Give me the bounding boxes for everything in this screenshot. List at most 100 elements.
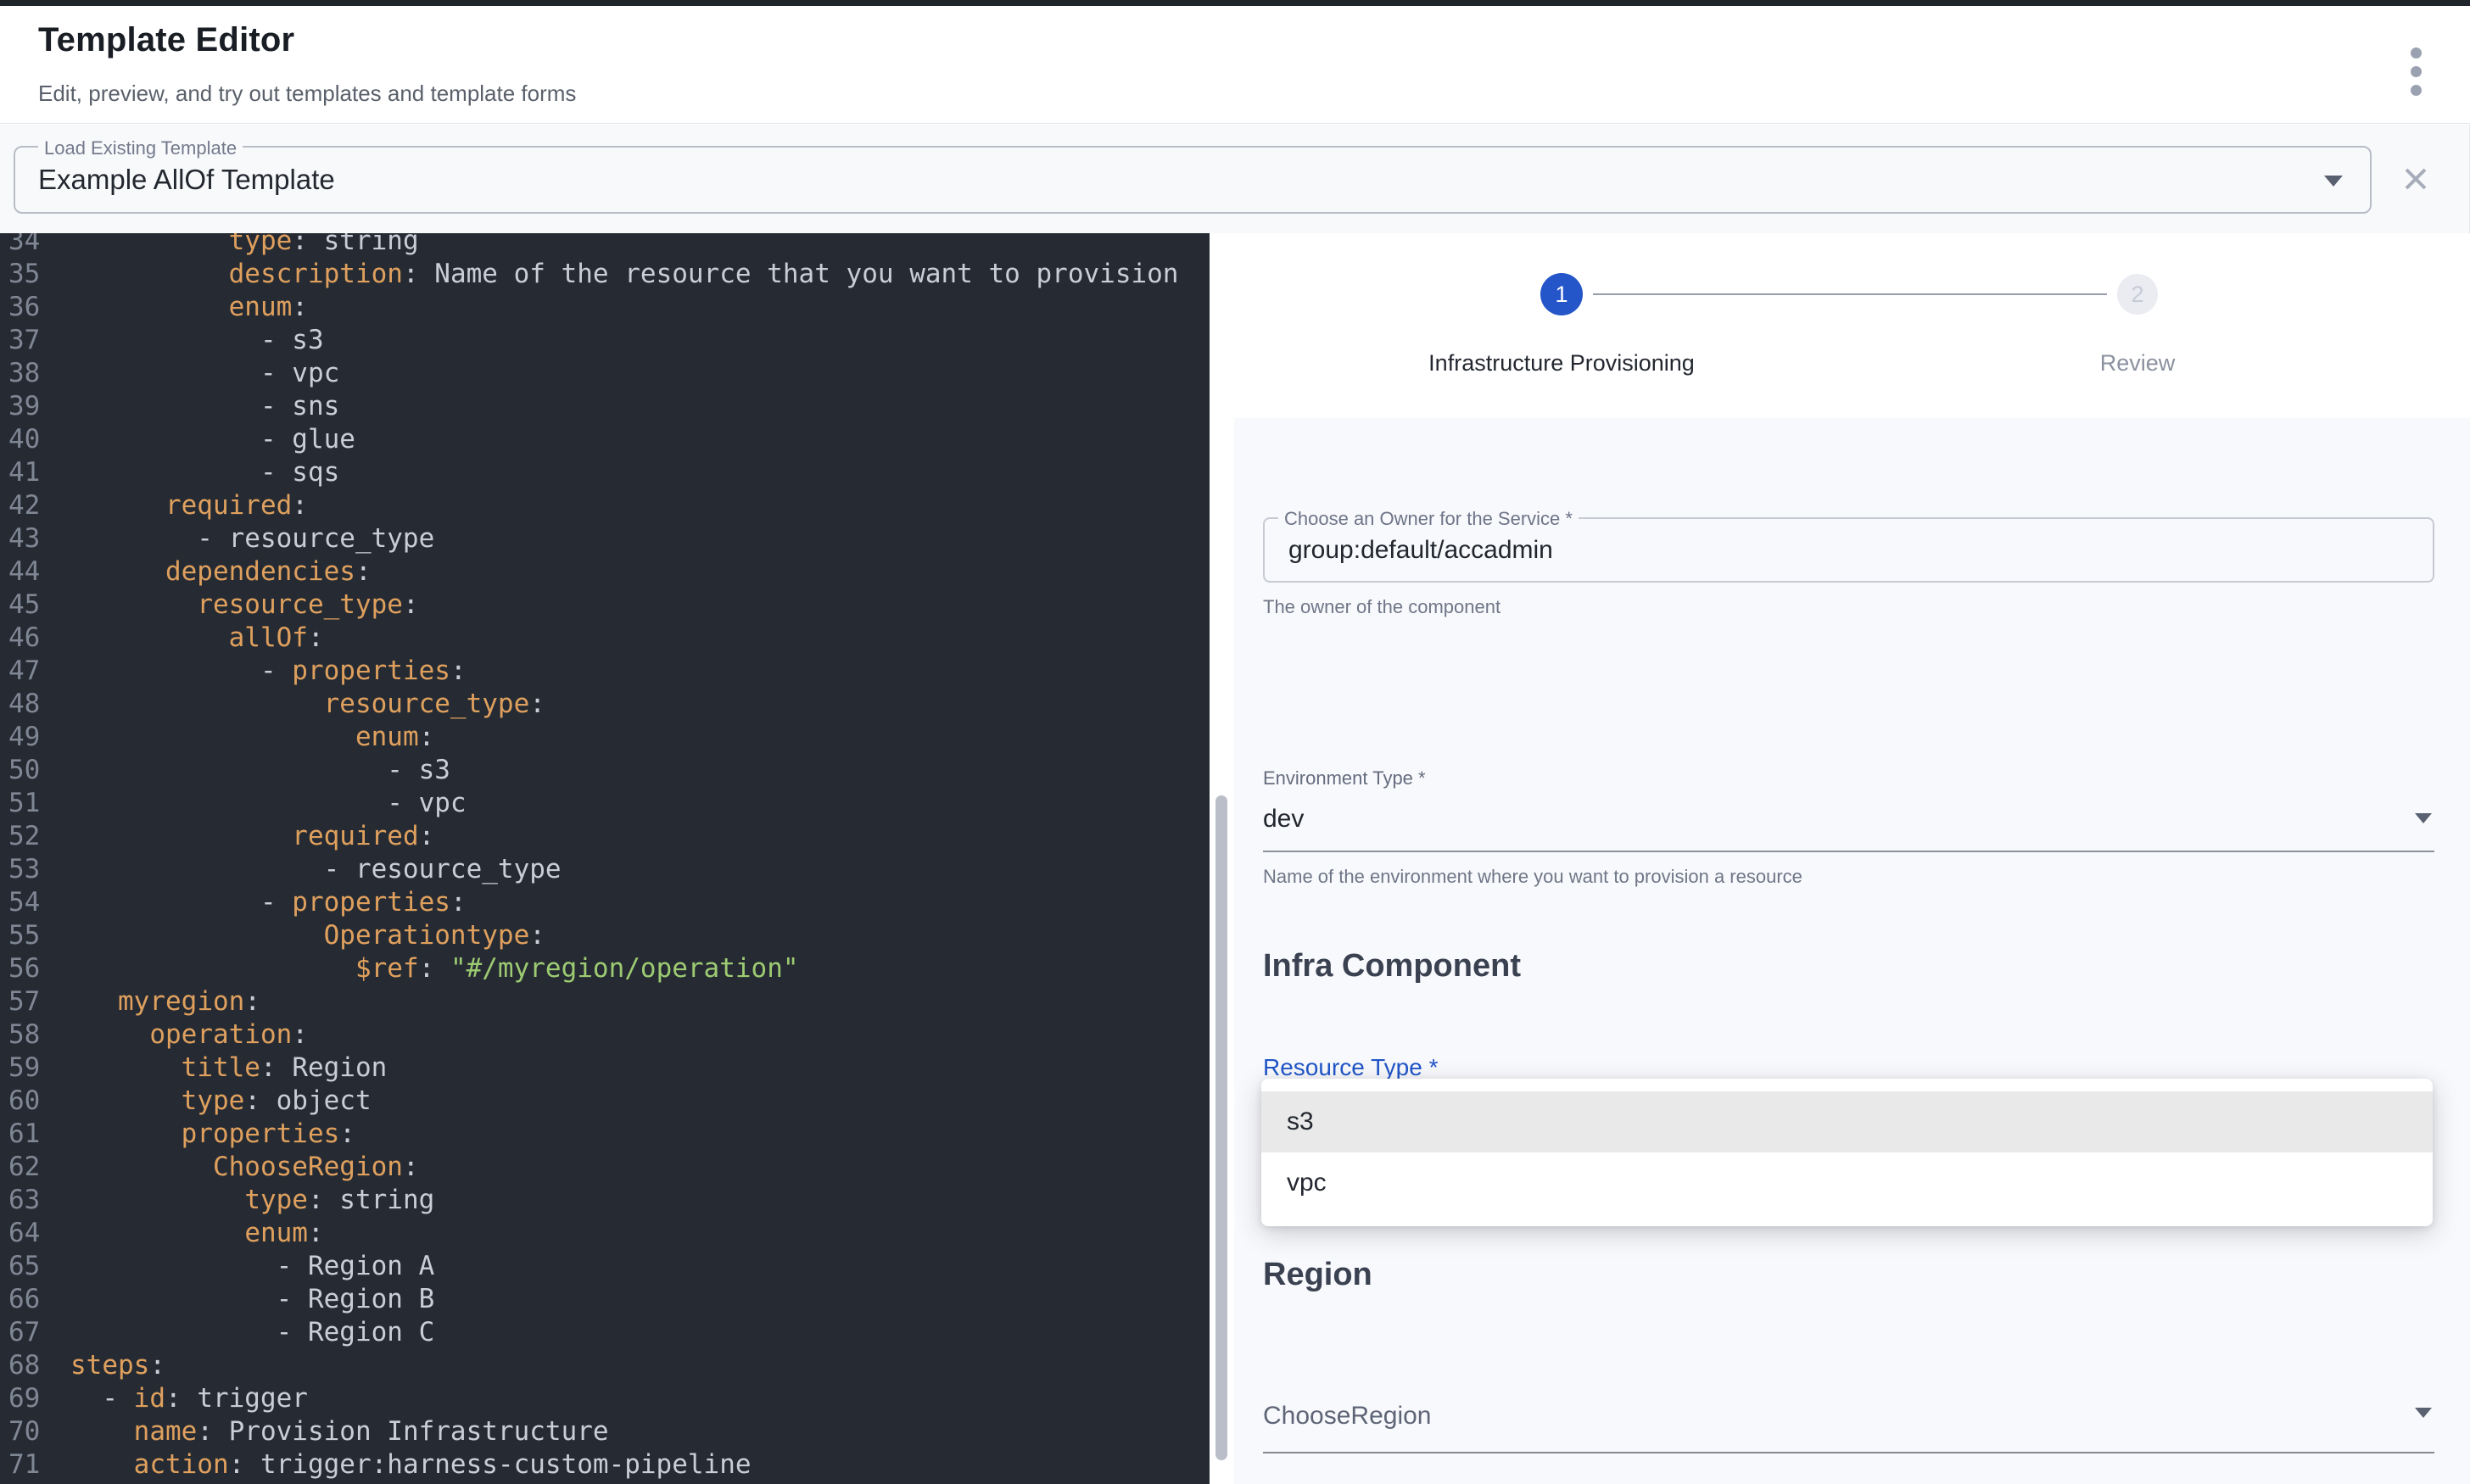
code-line: 46 allOf: [0, 622, 1210, 655]
line-content: operation: [38, 1018, 308, 1052]
code-line: 47 - properties: [0, 655, 1210, 688]
line-content: required: [38, 820, 434, 853]
kebab-dot [2411, 85, 2422, 96]
line-number: 67 [0, 1316, 38, 1349]
close-template-button[interactable] [2400, 164, 2431, 194]
line-content: - Region B [38, 1283, 434, 1316]
load-template-bar: Load Existing Template Example AllOf Tem… [0, 125, 2470, 233]
line-number: 54 [0, 886, 38, 919]
code-line: 71 action: trigger:harness-custom-pipeli… [0, 1448, 1210, 1481]
line-content: - resource_type [38, 853, 562, 886]
line-content: - glue [38, 423, 355, 456]
line-number: 39 [0, 390, 38, 423]
stepper-step-1[interactable]: 1 [1540, 273, 1583, 315]
load-template-select[interactable]: Load Existing Template Example AllOf Tem… [14, 146, 2372, 214]
code-line: 45 resource_type: [0, 589, 1210, 622]
code-line: 64 enum: [0, 1217, 1210, 1250]
line-content: - Region C [38, 1316, 434, 1349]
code-line: 66 - Region B [0, 1283, 1210, 1316]
line-number: 37 [0, 324, 38, 357]
resource-type-dropdown-menu: s3vpc [1261, 1079, 2433, 1226]
line-number: 45 [0, 589, 38, 622]
choose-region-select[interactable]: ChooseRegion [1263, 1402, 1431, 1431]
code-line: 70 name: Provision Infrastructure [0, 1415, 1210, 1448]
code-editor[interactable]: 34 type: string35 description: Name of t… [0, 233, 1210, 1484]
stepper-connector [1593, 293, 2107, 295]
code-line: 58 operation: [0, 1018, 1210, 1052]
code-line: 62 ChooseRegion: [0, 1151, 1210, 1184]
line-content: enum: [38, 291, 308, 324]
code-line: 35 description: Name of the resource tha… [0, 258, 1210, 291]
dropdown-option-s3[interactable]: s3 [1261, 1091, 2433, 1152]
line-number: 60 [0, 1085, 38, 1118]
line-content: - id: trigger [38, 1382, 308, 1415]
line-number: 70 [0, 1415, 38, 1448]
line-content: enum: [38, 721, 434, 754]
environment-type-underline [1263, 851, 2434, 852]
owner-value: group:default/accadmin [1288, 519, 1553, 581]
line-content: - s3 [38, 754, 450, 787]
editor-scrollbar[interactable] [1215, 795, 1227, 1460]
window-top-bar [0, 0, 2470, 6]
code-line: 50 - s3 [0, 754, 1210, 787]
code-line: 55 Operationtype: [0, 919, 1210, 952]
line-number: 46 [0, 622, 38, 655]
environment-type-label: Environment Type * [1263, 767, 1426, 789]
code-line: 48 resource_type: [0, 688, 1210, 721]
line-content: dependencies: [38, 555, 372, 589]
more-options-button[interactable] [2404, 45, 2428, 98]
line-content: Operationtype: [38, 919, 545, 952]
line-number: 64 [0, 1217, 38, 1250]
line-number: 38 [0, 357, 38, 390]
choose-region-underline [1263, 1452, 2434, 1453]
line-number: 52 [0, 820, 38, 853]
kebab-dot [2411, 47, 2422, 59]
line-number: 62 [0, 1151, 38, 1184]
owner-input[interactable]: Choose an Owner for the Service * group:… [1263, 517, 2434, 583]
stepper-step-2[interactable]: 2 [2117, 274, 2158, 315]
line-content: type: object [38, 1085, 372, 1118]
code-line: 56 $ref: "#/myregion/operation" [0, 952, 1210, 985]
kebab-dot [2411, 66, 2422, 77]
line-content: type: string [38, 1184, 434, 1217]
line-number: 48 [0, 688, 38, 721]
code-line: 39 - sns [0, 390, 1210, 423]
line-content: - s3 [38, 324, 324, 357]
code-line: 60 type: object [0, 1085, 1210, 1118]
line-number: 71 [0, 1448, 38, 1481]
line-number: 66 [0, 1283, 38, 1316]
line-number: 42 [0, 489, 38, 522]
chevron-down-icon [2415, 1408, 2432, 1418]
line-number: 49 [0, 721, 38, 754]
line-number: 36 [0, 291, 38, 324]
environment-type-select[interactable]: dev [1263, 805, 1304, 834]
line-number: 47 [0, 655, 38, 688]
line-content: - resource_type [38, 522, 434, 555]
owner-helper-text: The owner of the component [1263, 596, 1500, 618]
line-number: 58 [0, 1018, 38, 1052]
chevron-down-icon [2324, 176, 2343, 187]
code-line: 49 enum: [0, 721, 1210, 754]
line-content: - Region A [38, 1250, 434, 1283]
line-content: - sqs [38, 456, 339, 489]
code-line: 52 required: [0, 820, 1210, 853]
line-number: 40 [0, 423, 38, 456]
line-content: required: [38, 489, 308, 522]
code-line: 63 type: string [0, 1184, 1210, 1217]
line-content: title: Region [38, 1052, 387, 1085]
code-line: 68steps: [0, 1349, 1210, 1382]
editor-scroll-gutter [1210, 233, 1234, 1484]
code-line: 53 - resource_type [0, 853, 1210, 886]
line-content: $ref: "#/myregion/operation" [38, 952, 799, 985]
code-line: 41 - sqs [0, 456, 1210, 489]
code-line: 34 type: string [0, 233, 1210, 258]
line-number: 57 [0, 985, 38, 1018]
region-heading: Region [1263, 1257, 1372, 1293]
code-line: 69 - id: trigger [0, 1382, 1210, 1415]
code-line: 61 properties: [0, 1118, 1210, 1151]
line-content: - vpc [38, 787, 467, 820]
code-line: 57 myregion: [0, 985, 1210, 1018]
dropdown-option-vpc[interactable]: vpc [1261, 1152, 2433, 1213]
code-line: 40 - glue [0, 423, 1210, 456]
line-content: - sns [38, 390, 339, 423]
